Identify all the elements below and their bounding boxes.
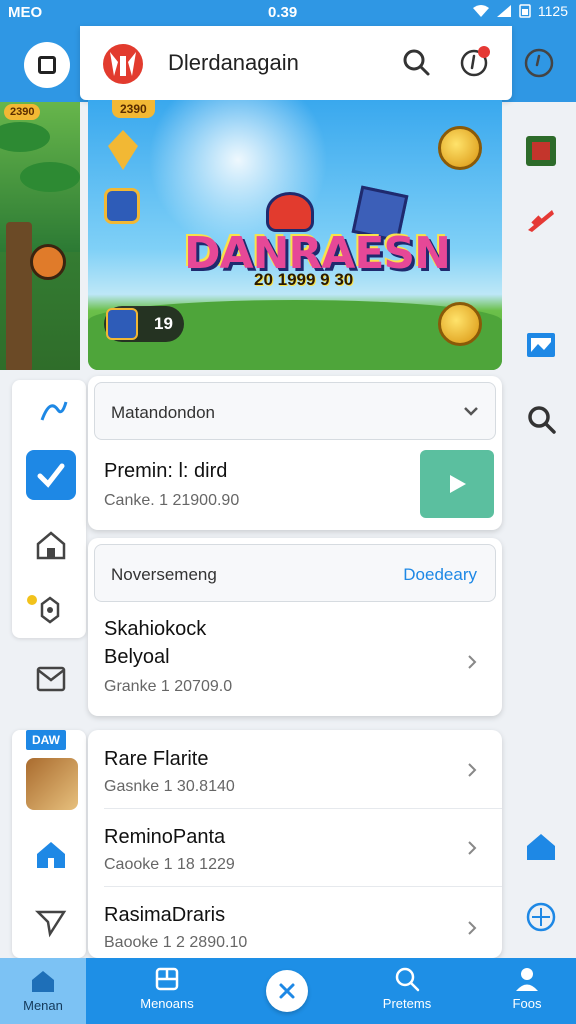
check-icon <box>37 463 65 488</box>
item-title-line2: Belyoal <box>104 646 170 668</box>
wifi-icon <box>472 5 489 17</box>
hexagon-settings-icon[interactable] <box>26 592 60 626</box>
play-icon <box>450 475 466 493</box>
status-icons: 1125 <box>472 3 568 19</box>
game-thumb-icon[interactable] <box>524 134 558 168</box>
item-subtitle: Caooke 1 18 1229 <box>104 856 235 873</box>
nav-menu[interactable]: Menoans <box>122 964 212 1020</box>
item-title[interactable]: Premin: l: dird <box>104 460 227 483</box>
square-icon <box>38 56 56 74</box>
home-icon[interactable] <box>34 838 68 872</box>
send-icon[interactable] <box>34 904 68 938</box>
signal-icon <box>496 5 511 17</box>
left-tag: DAW <box>26 730 66 750</box>
app-title: Dlerdanagain <box>168 50 299 75</box>
clock-icon[interactable] <box>522 46 556 80</box>
leaf-shape <box>20 162 80 192</box>
item-title: RasimaDraris <box>104 904 226 926</box>
divider <box>104 886 502 887</box>
menu-grid-icon <box>155 967 179 991</box>
divider <box>104 808 502 809</box>
list-card: Noversemeng Doedeary Skahiokock Belyoal … <box>88 538 502 716</box>
chevron-right-icon <box>468 921 477 935</box>
battery-icon <box>519 4 531 18</box>
list-card: Rare Flarite Gasnke 1 30.8140 ReminoPant… <box>88 730 502 958</box>
status-time: 0.39 <box>268 4 298 21</box>
close-icon <box>279 983 295 999</box>
search-icon <box>395 967 420 992</box>
nav-search-label: Pretems <box>382 996 432 1011</box>
banner-counter-value: 19 <box>154 314 173 333</box>
chevron-down-icon <box>464 407 478 416</box>
dropdown-label: Matandondon <box>111 403 215 422</box>
nav-search[interactable]: Pretems <box>362 964 452 1020</box>
nav-menu-label: Menoans <box>140 996 194 1011</box>
banner-counter: 19 <box>104 306 184 342</box>
chevron-right-icon <box>468 655 477 669</box>
nav-home[interactable]: Menan <box>0 958 86 1024</box>
item-title: ReminoPanta <box>104 826 226 848</box>
grid-circle-icon[interactable] <box>524 900 558 934</box>
close-fab-button[interactable] <box>266 970 308 1012</box>
search-settings-icon[interactable] <box>524 402 558 436</box>
mask-logo-icon <box>103 44 143 84</box>
item-subtitle: Baooke 1 2 2890.10 <box>104 934 248 951</box>
food-thumbnail[interactable] <box>26 758 78 810</box>
section-label: Noversemeng <box>111 565 217 584</box>
item-title: Rare Flarite <box>104 748 209 770</box>
search-icon[interactable] <box>400 46 432 78</box>
notification-icon[interactable] <box>458 46 490 78</box>
game-banner[interactable]: 2390 DANRAESN 20 1999 9 30 19 <box>88 100 502 370</box>
item-subtitle: Granke 1 20709.0 <box>104 678 233 695</box>
status-bar: MEO 0.39 1125 <box>0 0 576 26</box>
play-button[interactable] <box>420 450 494 518</box>
status-carrier: MEO <box>8 4 43 21</box>
home-icon[interactable] <box>524 830 558 864</box>
left-game-strip <box>0 102 80 370</box>
item-subtitle: Gasnke 1 30.8140 <box>104 778 235 795</box>
user-icon <box>516 968 538 991</box>
right-rail <box>512 100 576 960</box>
image-gallery-icon[interactable] <box>524 328 558 362</box>
app-header: Dlerdanagain <box>80 26 512 100</box>
coin-icon <box>438 302 482 346</box>
home-icon <box>32 971 54 992</box>
nav-home-label: Menan <box>23 998 63 1013</box>
tree-trunk <box>6 222 32 370</box>
section-header: Noversemeng Doedeary <box>94 544 496 602</box>
character-icon <box>30 244 66 280</box>
item-subtitle: Canke. 1 21900.90 <box>104 492 240 509</box>
nav-profile[interactable]: Foos <box>482 964 572 1020</box>
shield-icon <box>104 188 140 224</box>
chevron-right-icon <box>468 841 477 855</box>
check-tile[interactable] <box>26 450 76 500</box>
menu-button[interactable] <box>24 42 70 88</box>
status-battery-text: 1125 <box>537 3 568 19</box>
item-title: Skahiokock <box>104 618 207 640</box>
featured-card: Matandondon Premin: l: dird Canke. 1 219… <box>88 376 502 530</box>
banner-badge: 2390 <box>112 100 155 118</box>
category-dropdown[interactable]: Matandondon <box>94 382 496 440</box>
mail-icon[interactable] <box>34 662 68 696</box>
banner-subtitle: 20 1999 9 30 <box>254 270 354 289</box>
coin-icon <box>438 126 482 170</box>
section-action-link[interactable]: Doedeary <box>403 565 477 585</box>
mask-character-icon <box>266 192 314 232</box>
gem-icon <box>108 130 138 170</box>
item-icon <box>106 308 138 340</box>
sword-icon[interactable] <box>524 202 558 236</box>
chevron-right-icon <box>468 763 477 777</box>
nav-profile-label: Foos <box>512 996 542 1011</box>
left-badge: 2390 <box>4 104 41 120</box>
wave-icon[interactable] <box>36 394 70 428</box>
house-icon[interactable] <box>34 528 68 562</box>
